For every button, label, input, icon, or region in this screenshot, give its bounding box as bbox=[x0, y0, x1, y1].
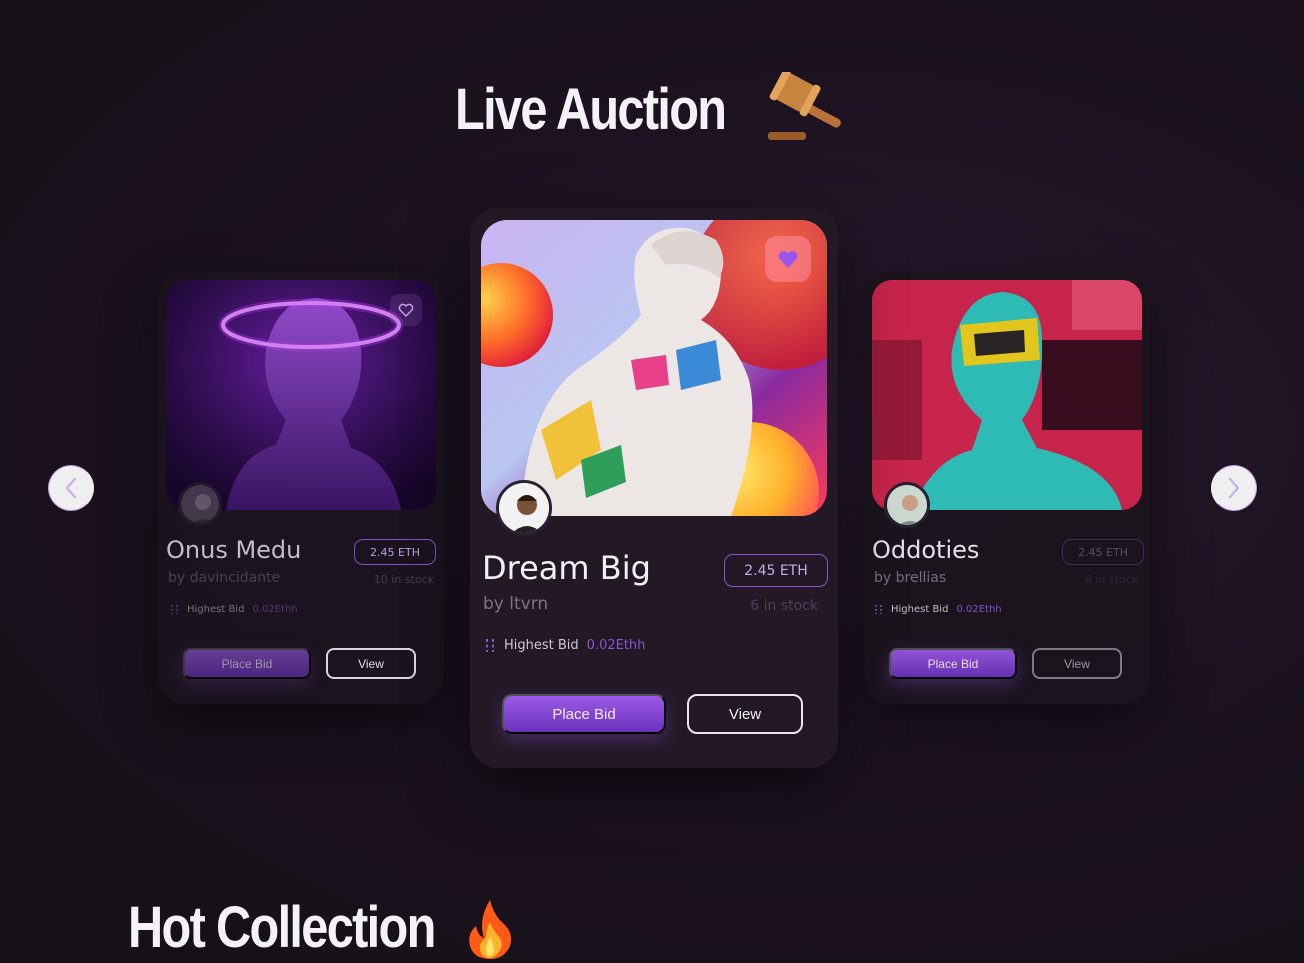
carousel-prev-button[interactable] bbox=[48, 465, 94, 511]
price-badge: 2.45 ETH bbox=[354, 539, 436, 565]
fire-icon bbox=[469, 900, 512, 959]
avatar[interactable] bbox=[178, 482, 222, 526]
artwork-author[interactable]: by davincidante bbox=[168, 570, 280, 586]
carousel-next-button[interactable] bbox=[1211, 465, 1257, 511]
bid-value: 0.02Ethh bbox=[252, 604, 298, 615]
stock-count: 6 in stock bbox=[750, 598, 818, 614]
chevron-left-icon bbox=[65, 477, 77, 499]
favorite-button[interactable] bbox=[765, 236, 811, 282]
artwork-author[interactable]: by brellias bbox=[874, 570, 946, 586]
bid-label: Highest Bid bbox=[504, 638, 579, 653]
artwork-image bbox=[481, 220, 827, 516]
gavel-icon bbox=[768, 72, 841, 140]
chevron-right-icon bbox=[1228, 477, 1240, 499]
highest-bid-row: Highest Bid 0.02Ethh bbox=[874, 604, 1002, 615]
heart-icon bbox=[398, 303, 414, 317]
live-auction-title: Live Auction bbox=[455, 77, 727, 142]
artwork-name: Onus Medu bbox=[166, 536, 302, 564]
bid-label: Highest Bid bbox=[187, 604, 245, 615]
bid-sort-icon bbox=[875, 605, 882, 614]
view-button[interactable]: View bbox=[687, 694, 803, 734]
artwork-image bbox=[166, 280, 436, 510]
bid-sort-icon bbox=[486, 639, 494, 652]
bid-label: Highest Bid bbox=[891, 604, 949, 615]
artwork-name: Oddoties bbox=[872, 536, 980, 564]
view-button[interactable]: View bbox=[326, 648, 416, 679]
auction-card-oddoties[interactable]: Oddoties by brellias 2.45 ETH 6 in stock… bbox=[864, 272, 1150, 704]
place-bid-button[interactable]: Place Bid bbox=[889, 648, 1017, 679]
avatar[interactable] bbox=[496, 480, 552, 536]
highest-bid-row: Highest Bid 0.02Ethh bbox=[170, 604, 298, 615]
artwork-name: Dream Big bbox=[482, 549, 651, 587]
bid-sort-icon bbox=[171, 605, 178, 614]
bid-value: 0.02Ethh bbox=[956, 604, 1002, 615]
auction-card-onus-medu[interactable]: Onus Medu by davincidante 2.45 ETH 10 in… bbox=[158, 272, 444, 704]
artwork-image bbox=[872, 280, 1142, 510]
place-bid-button[interactable]: Place Bid bbox=[183, 648, 311, 679]
hot-collection-title: Hot Collection bbox=[128, 895, 436, 960]
price-badge: 2.45 ETH bbox=[724, 554, 828, 587]
artwork-author[interactable]: by ltvrn bbox=[483, 594, 548, 614]
auction-card-dream-big[interactable]: Dream Big by ltvrn 2.45 ETH 6 in stock H… bbox=[470, 208, 838, 768]
avatar[interactable] bbox=[884, 482, 930, 528]
place-bid-button[interactable]: Place Bid bbox=[502, 694, 666, 734]
favorite-button[interactable] bbox=[390, 294, 422, 326]
stock-count: 10 in stock bbox=[373, 573, 434, 586]
stock-count: 6 in stock bbox=[1084, 573, 1138, 586]
highest-bid-row: Highest Bid 0.02Ethh bbox=[484, 638, 645, 653]
heart-icon bbox=[778, 250, 798, 268]
bid-value: 0.02Ethh bbox=[586, 638, 646, 653]
price-badge: 2.45 ETH bbox=[1062, 539, 1144, 565]
page: Live Auction Onus Medu by davincidante 2… bbox=[0, 0, 1304, 963]
view-button[interactable]: View bbox=[1032, 648, 1122, 679]
